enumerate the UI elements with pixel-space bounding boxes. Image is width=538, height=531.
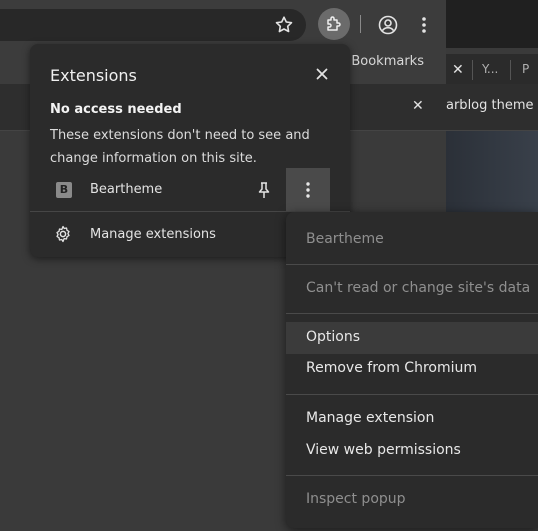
menu-separator	[286, 313, 538, 314]
pin-icon[interactable]	[256, 181, 272, 199]
tab-divider	[510, 60, 511, 80]
menu-item-label: Can't read or change site's data	[306, 280, 531, 296]
menu-item-label: Beartheme	[306, 231, 384, 247]
toolbar-separator	[360, 15, 361, 33]
star-icon[interactable]	[272, 13, 296, 37]
puzzle-icon	[327, 16, 341, 31]
profile-icon[interactable]	[376, 13, 400, 37]
menu-item-label: Inspect popup	[306, 491, 406, 507]
menu-item-inspect: Inspect popup	[286, 485, 538, 515]
extension-name[interactable]: Beartheme	[90, 182, 162, 197]
address-bar[interactable]	[0, 9, 306, 41]
menu-separator	[286, 475, 538, 476]
menu-item-label: View web permissions	[306, 442, 461, 458]
menu-item-manage[interactable]: Manage extension	[286, 404, 538, 434]
menu-item-label: Remove from Chromium	[306, 360, 477, 376]
tab-strip	[446, 0, 538, 48]
gear-icon	[56, 225, 70, 243]
menu-item-label: Manage extension	[306, 410, 435, 426]
menu-separator	[286, 264, 538, 265]
extension-row[interactable]: B Beartheme	[30, 168, 350, 212]
extension-context-menu: Beartheme Can't read or change site's da…	[286, 212, 538, 528]
infobar-text: arblog theme r	[446, 98, 538, 113]
extension-icon: B	[56, 182, 72, 198]
menu-item-permissions[interactable]: View web permissions	[286, 436, 538, 466]
extension-more-button[interactable]	[286, 168, 330, 212]
browser-toolbar	[0, 0, 446, 48]
menu-item-site-access: Can't read or change site's data	[286, 274, 538, 304]
manage-extensions-button[interactable]: Manage extensions	[30, 214, 286, 254]
menu-item-label: Options	[306, 329, 361, 345]
tab-divider	[472, 60, 473, 80]
kebab-icon[interactable]	[414, 13, 434, 37]
tab-label[interactable]: P	[522, 62, 529, 76]
kebab-icon	[306, 182, 310, 198]
popup-title: Extensions	[50, 66, 137, 85]
close-icon[interactable]: ✕	[452, 62, 464, 78]
menu-separator	[286, 394, 538, 395]
close-icon[interactable]	[314, 66, 330, 82]
extensions-button[interactable]	[318, 8, 350, 40]
all-bookmarks-link[interactable]: ll Bookmarks	[340, 54, 424, 69]
section-heading: No access needed	[50, 102, 182, 117]
tab-label[interactable]: Y...	[482, 62, 498, 76]
menu-item-options[interactable]: Options	[286, 322, 538, 354]
close-icon[interactable]: ✕	[412, 98, 424, 114]
menu-item-remove[interactable]: Remove from Chromium	[286, 355, 538, 385]
section-description: These extensions don't need to see and c…	[50, 128, 310, 166]
manage-extensions-label: Manage extensions	[90, 227, 216, 242]
menu-item-header: Beartheme	[286, 225, 538, 255]
